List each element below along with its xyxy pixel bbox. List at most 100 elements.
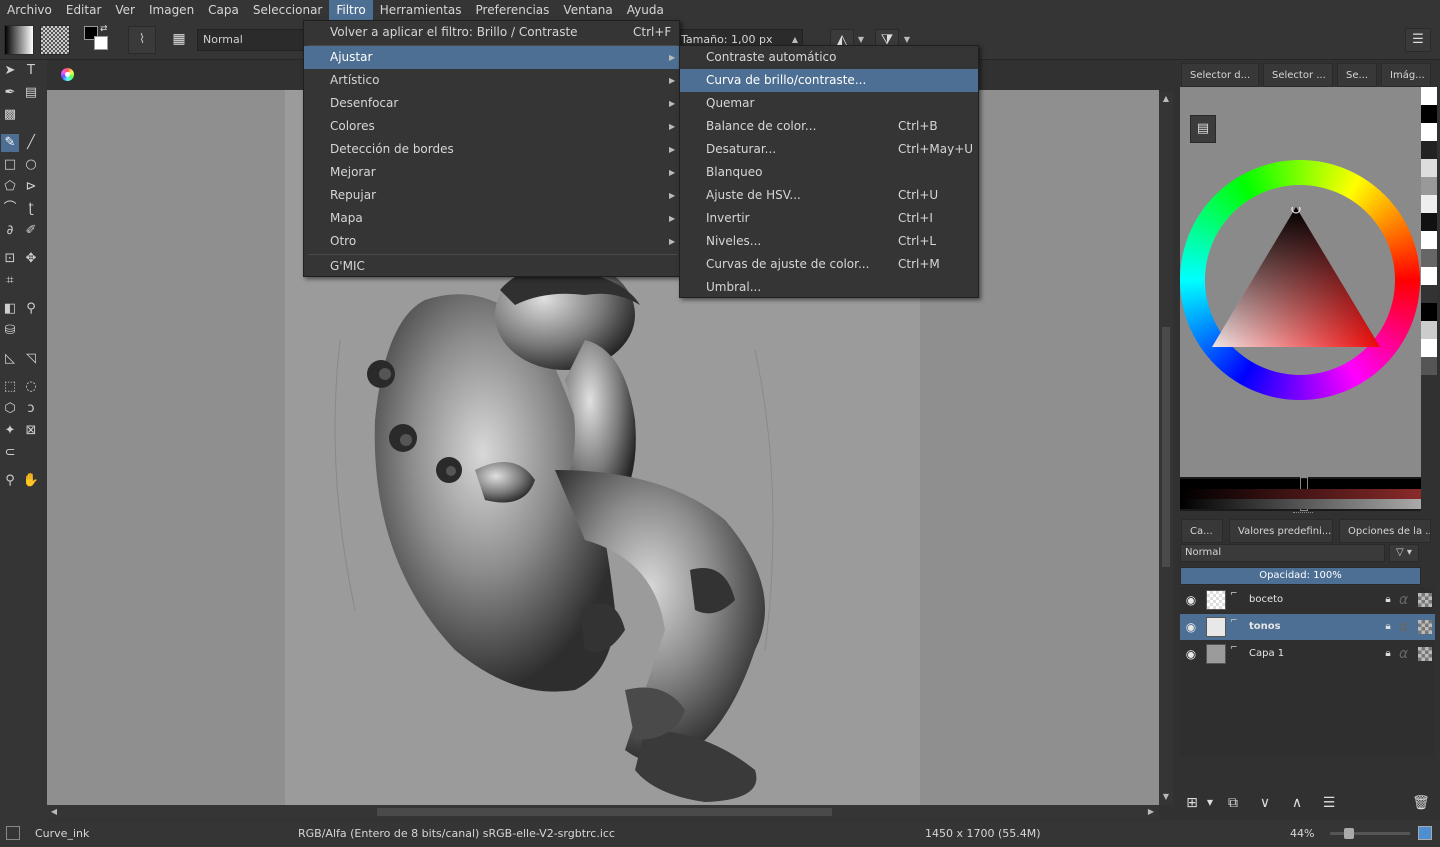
layer-filter-icon[interactable]: ▽ ▾: [1389, 544, 1419, 562]
scroll-right-icon[interactable]: ▶: [1145, 806, 1157, 818]
menu-item-blanqueo[interactable]: Blanqueo: [680, 161, 978, 184]
crop-icon[interactable]: ⌗: [1, 272, 19, 290]
freehand-select-icon[interactable]: ↄ: [22, 400, 40, 418]
ellipse-icon[interactable]: ○: [22, 156, 40, 174]
fill-gradient-icon[interactable]: ◧: [1, 300, 19, 318]
tab-color-selector-2[interactable]: Selector ...: [1263, 63, 1333, 87]
menu-preferencias[interactable]: Preferencias: [469, 0, 557, 20]
tab-layers[interactable]: Ca...: [1181, 519, 1223, 543]
menu-item-reapply-filter[interactable]: Volver a aplicar el filtro: Brillo / Con…: [304, 21, 679, 44]
gradient-preset-button[interactable]: [4, 25, 34, 55]
zoom-icon[interactable]: ⚲: [1, 472, 19, 490]
select-arrow-icon[interactable]: ➤: [1, 62, 19, 80]
text-icon[interactable]: T: [22, 62, 40, 80]
move-layer-up-icon[interactable]: ∧: [1287, 793, 1307, 813]
transparency-icon[interactable]: [1418, 620, 1432, 634]
menu-ayuda[interactable]: Ayuda: [620, 0, 671, 20]
layer-blend-mode-select[interactable]: Normal: [1180, 544, 1385, 562]
tab-image[interactable]: Imág...: [1381, 63, 1431, 87]
layer-row-capa-1[interactable]: ◉ ⌐ Capa 1 🔒︎ α: [1180, 641, 1435, 667]
rect-select-icon[interactable]: ⬚: [1, 378, 19, 396]
tab-tool-options[interactable]: Opciones de la ...: [1339, 519, 1431, 543]
saturation-value-triangle[interactable]: [1212, 207, 1392, 347]
duplicate-layer-icon[interactable]: ⧉: [1223, 793, 1243, 813]
eye-icon[interactable]: ◉: [1184, 647, 1198, 661]
assistant-icon[interactable]: ◹: [22, 350, 40, 368]
add-layer-dropdown-icon[interactable]: ▼: [1200, 793, 1220, 813]
multi-icon[interactable]: ▩: [1, 106, 19, 124]
menu-item-mejorar[interactable]: Mejorar ▶: [304, 161, 679, 184]
polygon-icon[interactable]: ⬠: [1, 178, 19, 196]
move-layer-down-icon[interactable]: ∨: [1255, 793, 1275, 813]
lock-icon[interactable]: 🔒︎: [1382, 647, 1394, 661]
magic-wand-icon[interactable]: ✦: [1, 422, 19, 440]
calligraphy-icon[interactable]: ✒: [1, 84, 19, 102]
rectangle-icon[interactable]: □: [1, 156, 19, 174]
menu-item-umbral[interactable]: Umbral...: [680, 276, 978, 299]
menu-item-desaturar[interactable]: Desaturar... Ctrl+May+U: [680, 138, 978, 161]
transparency-icon[interactable]: [1418, 593, 1432, 607]
lock-icon[interactable]: 🔒︎: [1382, 593, 1394, 607]
menu-item-ajuste-hsv[interactable]: Ajuste de HSV... Ctrl+U: [680, 184, 978, 207]
menu-item-contraste-automatico[interactable]: Contraste automático: [680, 46, 978, 69]
menu-filtro[interactable]: Filtro: [329, 0, 373, 20]
layer-row-boceto[interactable]: ◉ ⌐ boceto 🔒︎ α: [1180, 587, 1435, 613]
menu-imagen[interactable]: Imagen: [142, 0, 201, 20]
menu-editar[interactable]: Editar: [59, 0, 109, 20]
transparency-icon[interactable]: [1418, 647, 1432, 661]
gradient-icon[interactable]: ▤: [22, 84, 40, 102]
menu-item-artistico[interactable]: Artístico ▶: [304, 69, 679, 92]
menu-archivo[interactable]: Archivo: [0, 0, 59, 20]
menu-ventana[interactable]: Ventana: [556, 0, 619, 20]
eye-icon[interactable]: ◉: [1184, 620, 1198, 634]
menu-seleccionar[interactable]: Seleccionar: [246, 0, 329, 20]
transform-icon[interactable]: ⊡: [1, 250, 19, 268]
menu-item-otro[interactable]: Otro ▶: [304, 230, 679, 253]
layer-row-tonos[interactable]: ◉ ⌐ tonos 🔒︎ α: [1180, 614, 1435, 640]
scroll-down-icon[interactable]: ▼: [1160, 791, 1172, 803]
alpha-lock-icon[interactable]: α: [1399, 618, 1413, 636]
polyline-icon[interactable]: ⊳: [22, 178, 40, 196]
brush-settings-icon[interactable]: ▦: [166, 26, 192, 54]
menu-item-ajustar[interactable]: Ajustar ▶: [304, 46, 679, 69]
alpha-lock-icon[interactable]: α: [1399, 591, 1413, 609]
menu-item-curvas-ajuste-color[interactable]: Curvas de ajuste de color... Ctrl+M: [680, 253, 978, 276]
menu-item-gmic[interactable]: G'MIC: [304, 255, 679, 278]
menu-item-balance-color[interactable]: Balance de color... Ctrl+B: [680, 115, 978, 138]
document-icon[interactable]: [61, 68, 74, 81]
poly-select-icon[interactable]: ⬡: [1, 400, 19, 418]
menu-herramientas[interactable]: Herramientas: [373, 0, 469, 20]
layer-properties-icon[interactable]: ☰: [1319, 793, 1339, 813]
canvas-mode-icon[interactable]: [1418, 826, 1432, 840]
menu-item-quemar[interactable]: Quemar: [680, 92, 978, 115]
color-history-strip[interactable]: [1421, 87, 1437, 427]
multibrush-icon[interactable]: ✐: [22, 222, 40, 240]
panel-divider-handle[interactable]: [1293, 512, 1313, 515]
brush-preset-icon-small[interactable]: [6, 826, 20, 840]
menu-item-curva-brillo-contraste[interactable]: Curva de brillo/contraste...: [680, 69, 978, 92]
zoom-slider[interactable]: [1330, 828, 1410, 839]
fg-bg-color-icon[interactable]: ⇄: [84, 24, 112, 54]
inherit-alpha-icon[interactable]: ⌐: [1230, 589, 1242, 601]
brush-icon[interactable]: ✎: [1, 134, 19, 152]
canvas-vertical-scrollbar[interactable]: ▲ ▼: [1159, 92, 1173, 805]
swap-colors-icon[interactable]: ⇄: [100, 24, 108, 34]
canvas-horizontal-scrollbar[interactable]: ◀ ▶: [47, 805, 1159, 819]
menu-item-mapa[interactable]: Mapa ▶: [304, 207, 679, 230]
layer-opacity-slider[interactable]: Opacidad: 100%: [1180, 567, 1421, 585]
bezier-select-icon[interactable]: ⊂: [1, 444, 19, 462]
eyedropper-icon[interactable]: ⚲: [22, 300, 40, 318]
menu-item-colores[interactable]: Colores ▶: [304, 115, 679, 138]
menu-item-deteccion-bordes[interactable]: Detección de bordes ▶: [304, 138, 679, 161]
tab-color-selector-1[interactable]: Selector d...: [1181, 63, 1259, 87]
lock-icon[interactable]: 🔒︎: [1382, 620, 1394, 634]
bezier-icon[interactable]: ⌒: [1, 200, 19, 218]
scroll-up-icon[interactable]: ▲: [1160, 93, 1172, 105]
eye-icon[interactable]: ◉: [1184, 593, 1198, 607]
fill-bucket-icon[interactable]: ⛁: [1, 322, 19, 340]
freehand-path-icon[interactable]: ʈ: [22, 200, 40, 218]
line-icon[interactable]: ╱: [22, 134, 40, 152]
add-layer-icon[interactable]: ⊞: [1182, 793, 1202, 813]
menu-item-invertir[interactable]: Invertir Ctrl+I: [680, 207, 978, 230]
color-settings-icon[interactable]: ▤: [1190, 115, 1216, 143]
